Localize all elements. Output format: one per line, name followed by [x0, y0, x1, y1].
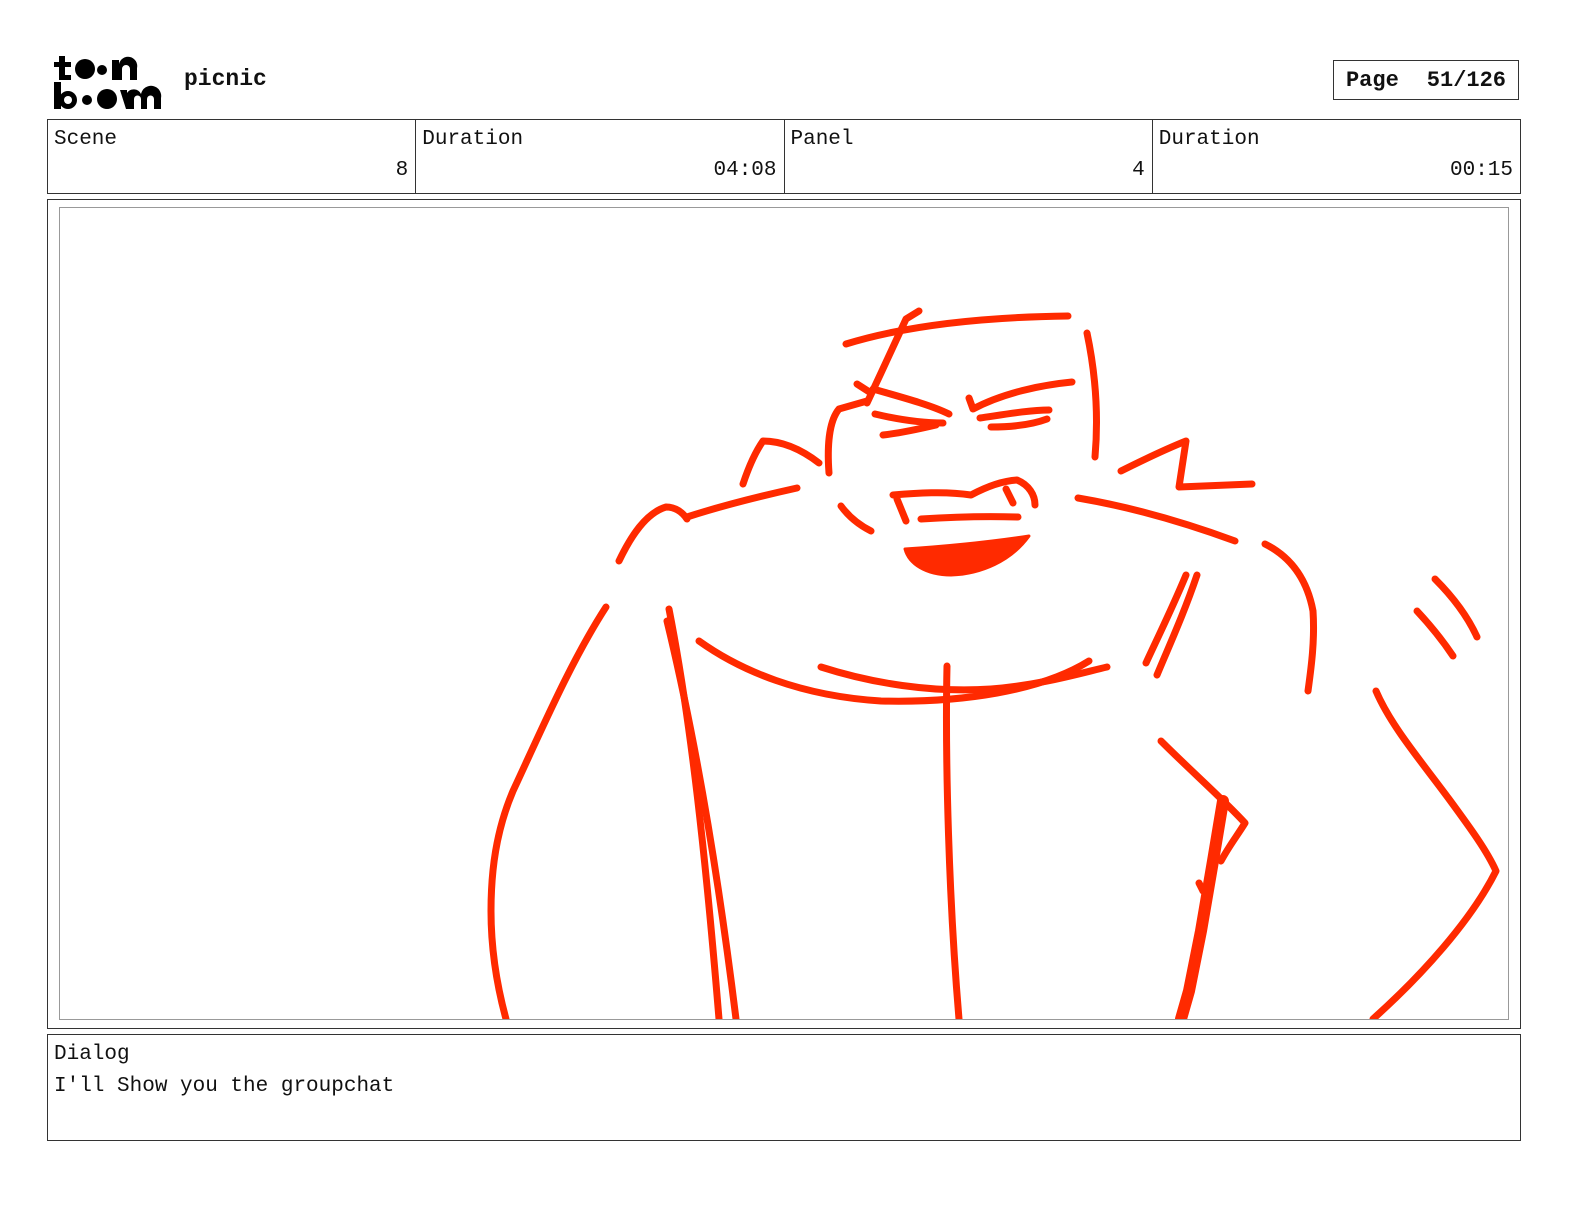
scene-value: 8 — [395, 159, 409, 182]
storyboard-sketch — [487, 307, 1500, 1019]
panel-cell: Panel 4 — [785, 120, 1153, 193]
scene-duration-label: Duration — [422, 128, 524, 151]
toonboom-logo — [54, 56, 162, 109]
scene-duration-value: 04:08 — [713, 159, 777, 182]
page-indicator: Page 51/126 — [1333, 60, 1519, 100]
panel-duration-label: Duration — [1158, 128, 1260, 151]
scene-duration-cell: Duration 04:08 — [416, 120, 785, 193]
scene-label: Scene — [54, 128, 118, 151]
page-number: 51/126 — [1426, 67, 1507, 93]
panel-duration-cell: Duration 00:15 — [1153, 120, 1520, 193]
panel-label: Panel — [790, 128, 854, 151]
info-bar: Scene 8 Duration 04:08 Panel 4 Duration … — [47, 119, 1521, 194]
dialog-text: I'll Show you the groupchat — [54, 1075, 395, 1098]
panel-value: 4 — [1132, 159, 1145, 182]
page-label: Page — [1345, 67, 1399, 93]
panel-duration-value: 00:15 — [1449, 159, 1513, 182]
panel-image — [59, 207, 1509, 1020]
dialog-box: Dialog I'll Show you the groupchat — [47, 1034, 1521, 1141]
scene-cell: Scene 8 — [48, 120, 417, 193]
dialog-label: Dialog — [54, 1043, 130, 1066]
project-title: picnic — [184, 66, 267, 92]
